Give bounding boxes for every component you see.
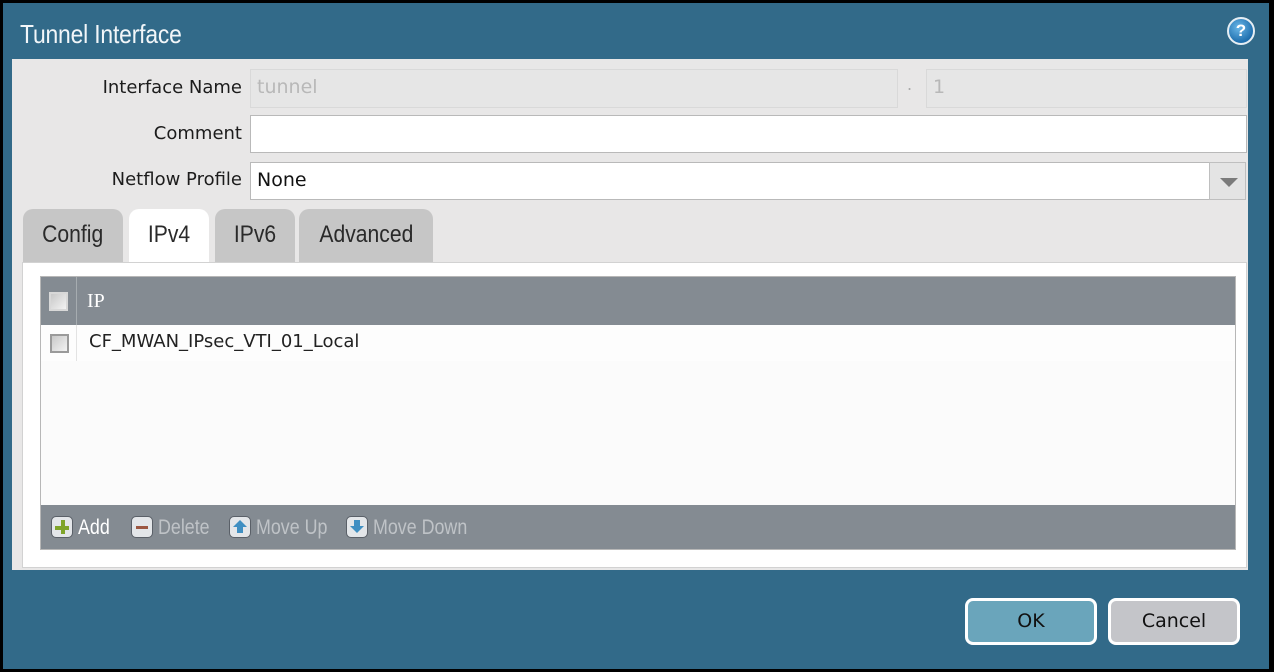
ip-column-header[interactable]: IP	[87, 290, 105, 313]
comment-label: Comment	[153, 123, 242, 144]
table-header: IP	[41, 277, 1235, 325]
interface-name-label: Interface Name	[102, 77, 242, 98]
tunnel-interface-dialog: Tunnel Interface ? Interface Name tunnel…	[3, 3, 1269, 669]
move-down-button[interactable]: Move Down	[346, 516, 484, 540]
delete-button[interactable]: Delete	[131, 516, 219, 540]
tab-advanced[interactable]: Advanced	[299, 209, 433, 262]
interface-name-field: tunnel	[250, 69, 898, 108]
table-toolbar: Add Delete Move Up Move Down	[41, 505, 1235, 549]
arrow-down-icon	[346, 516, 368, 538]
delete-icon	[131, 516, 153, 538]
column-divider	[76, 277, 77, 325]
interface-number-field: 1	[926, 69, 1247, 108]
dialog-title: Tunnel Interface	[20, 19, 182, 49]
move-up-button[interactable]: Move Up	[229, 516, 340, 540]
tab-advanced-label: Advanced	[319, 221, 413, 248]
add-button[interactable]: Add	[51, 516, 115, 540]
tab-ipv6[interactable]: IPv6	[215, 209, 295, 262]
netflow-profile-label: Netflow Profile	[111, 169, 242, 190]
ok-button[interactable]: OK	[965, 598, 1097, 645]
interface-name-separator: .	[907, 75, 913, 94]
move-up-label: Move Up	[256, 516, 328, 539]
help-icon[interactable]: ?	[1227, 17, 1255, 45]
chevron-down-icon[interactable]	[1209, 162, 1246, 200]
cancel-button[interactable]: Cancel	[1108, 598, 1240, 645]
ip-cell[interactable]: CF_MWAN_IPsec_VTI_01_Local	[89, 331, 359, 352]
tab-ipv4-label: IPv4	[147, 221, 191, 248]
add-icon	[51, 516, 73, 538]
tab-ipv6-label: IPv6	[233, 221, 277, 248]
move-down-label: Move Down	[373, 516, 468, 539]
table-row[interactable]: CF_MWAN_IPsec_VTI_01_Local	[41, 325, 1235, 361]
column-divider	[76, 325, 77, 361]
add-label: Add	[78, 516, 110, 539]
delete-label: Delete	[158, 516, 210, 539]
select-all-checkbox[interactable]	[49, 292, 68, 311]
comment-input[interactable]	[250, 115, 1247, 153]
tab-config-label: Config	[42, 221, 104, 248]
arrow-up-icon	[229, 516, 251, 538]
tab-ipv4[interactable]: IPv4	[129, 209, 209, 263]
tab-config[interactable]: Config	[23, 209, 123, 262]
dialog-body: Interface Name tunnel . 1 Comment Netflo…	[12, 59, 1248, 570]
row-checkbox[interactable]	[50, 334, 69, 353]
ip-table: IP CF_MWAN_IPsec_VTI_01_Local Add Delete…	[40, 276, 1236, 550]
netflow-profile-select[interactable]: None	[250, 162, 1210, 200]
